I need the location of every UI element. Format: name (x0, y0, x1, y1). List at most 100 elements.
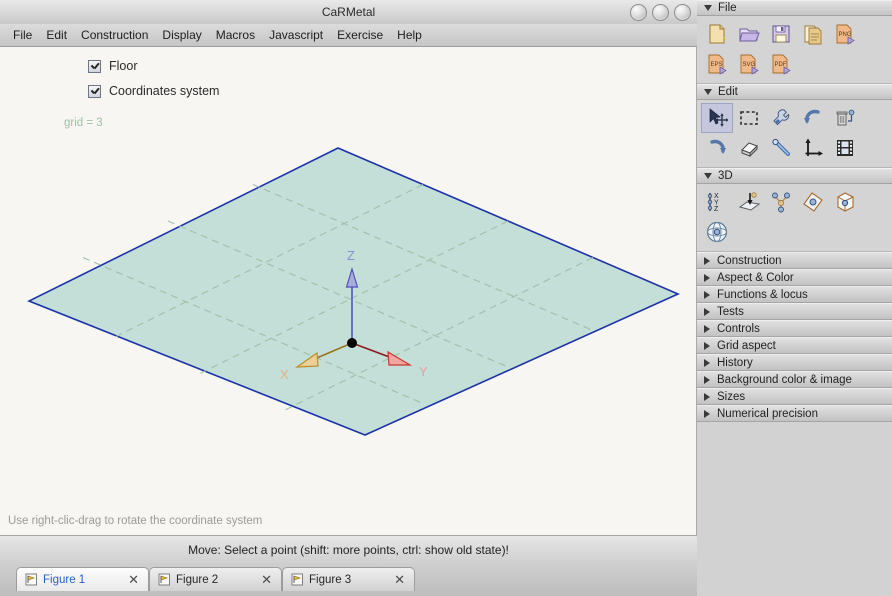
section-label-history: History (717, 356, 753, 369)
tab-figure-3-close-icon[interactable]: ✕ (384, 573, 405, 586)
section-label-tests: Tests (717, 305, 744, 318)
chevron-right-icon (704, 256, 710, 265)
origin-point (347, 338, 357, 348)
tab-figure-1[interactable]: Figure 1 ✕ (16, 567, 149, 591)
tool-panel: File PNG EPS SVG PDF Edit 3D X Y Z Const… (697, 0, 892, 596)
section-label-numerical-precision: Numerical precision (717, 407, 818, 420)
z-axis-label: Z (347, 248, 355, 263)
drawing-canvas[interactable]: grid = 3 Floor Coordinates system Z X Y … (0, 47, 697, 535)
section-header-controls[interactable]: Controls (697, 320, 892, 337)
export-png-icon[interactable]: PNG (829, 19, 861, 49)
chevron-down-icon (704, 5, 712, 11)
figure-icon (25, 573, 37, 586)
section-label-file: File (718, 2, 737, 14)
points-graph-icon[interactable] (765, 187, 797, 217)
section-header-sizes[interactable]: Sizes (697, 388, 892, 405)
menu-help[interactable]: Help (390, 26, 429, 44)
x-axis-label: X (280, 367, 289, 382)
export-pdf-icon[interactable]: PDF (765, 49, 797, 79)
cube-icon[interactable] (829, 187, 861, 217)
floor-plane (27, 147, 680, 436)
chevron-down-icon (704, 89, 712, 95)
section-header-background-color-image[interactable]: Background color & image (697, 371, 892, 388)
duplicate-document-icon[interactable] (797, 19, 829, 49)
section-header-tests[interactable]: Tests (697, 303, 892, 320)
section-header-functions-locus[interactable]: Functions & locus (697, 286, 892, 303)
menu-exercise[interactable]: Exercise (330, 26, 390, 44)
section-header-aspect-color[interactable]: Aspect & Color (697, 269, 892, 286)
section-label-grid-aspect: Grid aspect (717, 339, 776, 352)
collapsed-sections: Construction Aspect & Color Functions & … (697, 252, 892, 422)
tab-figure-1-close-icon[interactable]: ✕ (118, 573, 139, 586)
move-select-icon[interactable] (701, 103, 733, 133)
xyz-axis-icon[interactable]: X Y Z (701, 187, 733, 217)
menu-macros[interactable]: Macros (209, 26, 262, 44)
section-header-history[interactable]: History (697, 354, 892, 371)
magic-wand-icon[interactable] (765, 133, 797, 163)
section-label-edit: Edit (718, 86, 738, 98)
chevron-right-icon (704, 375, 710, 384)
section-body-3d: X Y Z (697, 184, 892, 252)
undo-icon[interactable] (797, 103, 829, 133)
svg-text:SVG: SVG (743, 62, 756, 68)
scene-3d: Z X Y (27, 147, 680, 436)
export-eps-icon[interactable]: EPS (701, 49, 733, 79)
selection-rectangle-icon[interactable] (733, 103, 765, 133)
redo-icon[interactable] (701, 133, 733, 163)
menu-file[interactable]: File (6, 26, 39, 44)
section-header-construction[interactable]: Construction (697, 252, 892, 269)
menu-bar: File Edit Construction Display Macros Ja… (0, 24, 697, 47)
menu-javascript[interactable]: Javascript (262, 26, 330, 44)
status-bar: Move: Select a point (shift: more points… (0, 535, 697, 565)
svg-text:PNG: PNG (839, 32, 852, 38)
section-header-3d[interactable]: 3D (697, 168, 892, 184)
tab-figure-2-left: Figure 2 (158, 573, 218, 586)
figure-tab-strip: Figure 1 ✕ Figure 2 ✕ Figure 3 ✕ (0, 563, 697, 596)
maximize-button[interactable] (652, 4, 669, 21)
delete-object-icon[interactable] (829, 103, 861, 133)
chevron-right-icon (704, 409, 710, 418)
section-label-background-color-image: Background color & image (717, 373, 852, 386)
tab-figure-3-label: Figure 3 (309, 573, 352, 586)
tab-figure-2-label: Figure 2 (176, 573, 219, 586)
chevron-right-icon (704, 307, 710, 316)
window-title: CaRMetal (321, 5, 376, 19)
sphere-icon[interactable] (701, 217, 733, 247)
section-header-edit[interactable]: Edit (697, 84, 892, 100)
wrench-properties-icon[interactable] (765, 103, 797, 133)
tab-figure-3[interactable]: Figure 3 ✕ (282, 567, 415, 591)
axes-icon[interactable] (797, 133, 829, 163)
section-label-aspect-color: Aspect & Color (717, 271, 794, 284)
figure-icon (158, 573, 170, 586)
tab-figure-2-close-icon[interactable]: ✕ (251, 573, 272, 586)
export-svg-icon[interactable]: SVG (733, 49, 765, 79)
section-label-construction: Construction (717, 254, 782, 267)
tab-figure-3-left: Figure 3 (291, 573, 351, 586)
menu-edit[interactable]: Edit (39, 26, 74, 44)
chevron-down-icon (704, 173, 712, 179)
open-folder-icon[interactable] (733, 19, 765, 49)
plane-icon[interactable] (733, 187, 765, 217)
section-header-file[interactable]: File (697, 0, 892, 16)
section-header-numerical-precision[interactable]: Numerical precision (697, 405, 892, 422)
film-animation-icon[interactable] (829, 133, 861, 163)
minimize-button[interactable] (630, 4, 647, 21)
new-file-icon[interactable] (701, 19, 733, 49)
y-axis-label: Y (419, 364, 428, 379)
figure-icon (291, 573, 303, 586)
menu-display[interactable]: Display (155, 26, 208, 44)
section-label-functions-locus: Functions & locus (717, 288, 808, 301)
section-header-grid-aspect[interactable]: Grid aspect (697, 337, 892, 354)
chevron-right-icon (704, 358, 710, 367)
title-bar: CaRMetal (0, 0, 697, 25)
menu-construction[interactable]: Construction (74, 26, 155, 44)
tab-figure-2[interactable]: Figure 2 ✕ (149, 567, 282, 591)
polygon-3d-icon[interactable] (797, 187, 829, 217)
chevron-right-icon (704, 392, 710, 401)
close-button[interactable] (674, 4, 691, 21)
eraser-icon[interactable] (733, 133, 765, 163)
section-body-edit (697, 100, 892, 168)
carmetal-window: CaRMetal File Edit Construction Display … (0, 0, 892, 596)
save-icon[interactable] (765, 19, 797, 49)
svg-text:PDF: PDF (775, 62, 787, 68)
